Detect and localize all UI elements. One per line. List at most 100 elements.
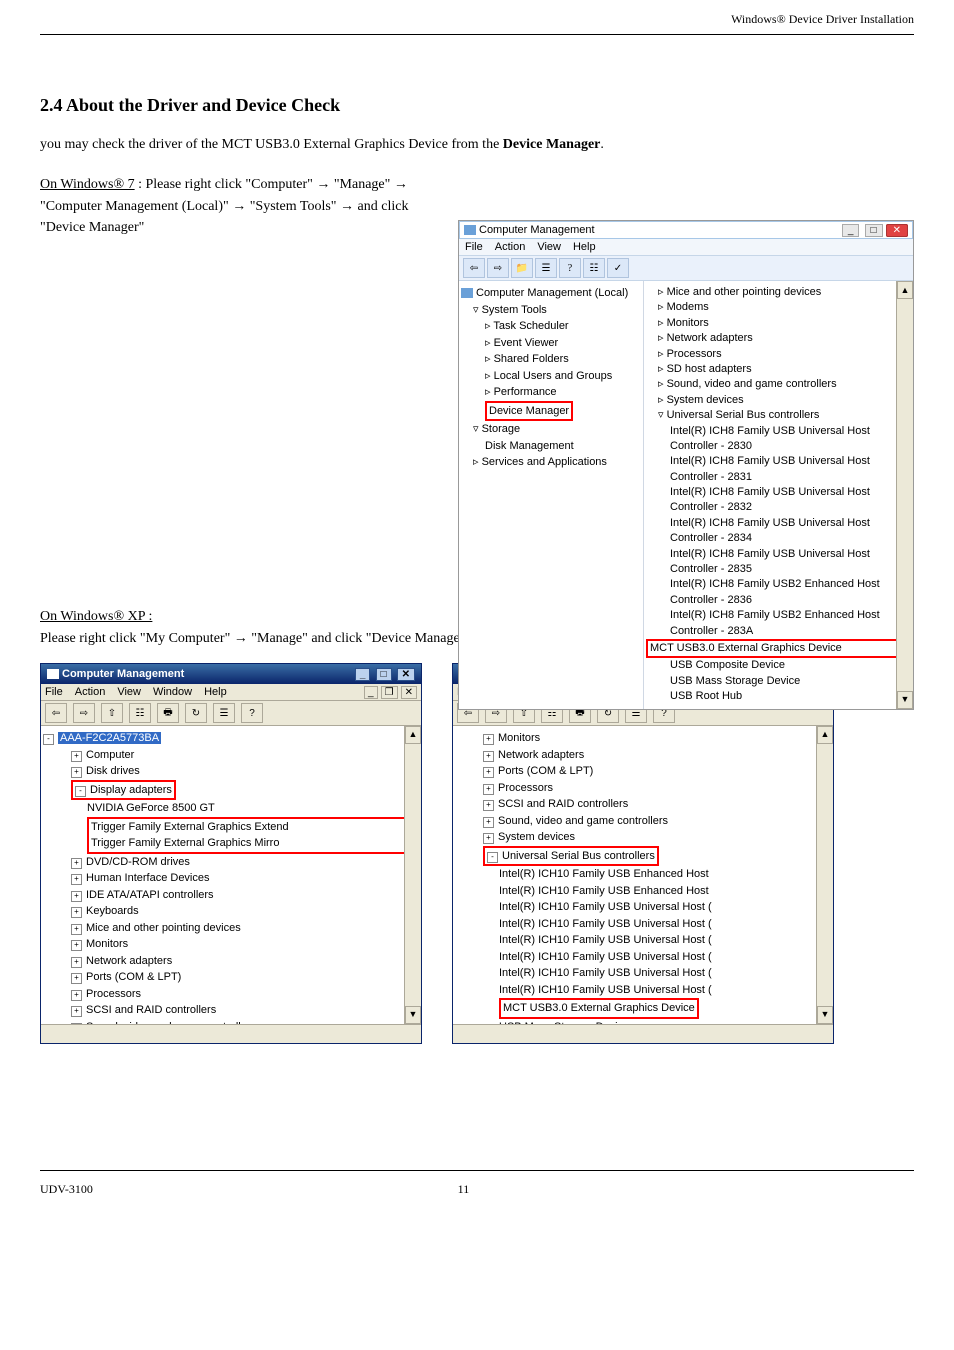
tree-item[interactable]: Human Interface Devices xyxy=(86,872,210,884)
tree-item[interactable]: ▹ System devices xyxy=(646,393,911,408)
up-icon[interactable]: ⇧ xyxy=(101,703,123,723)
tree-item[interactable]: Sound, video and game controllers xyxy=(86,1021,256,1025)
menu-help[interactable]: Help xyxy=(204,686,227,698)
expand-icon[interactable]: + xyxy=(71,767,82,778)
tree-item[interactable]: SCSI and RAID controllers xyxy=(86,1004,216,1016)
expand-icon[interactable]: + xyxy=(71,940,82,951)
tree-item[interactable]: USB Mass Storage Device xyxy=(455,1019,831,1025)
expand-icon[interactable]: + xyxy=(71,973,82,984)
tree-root[interactable]: AAA-F2C2A5773BA xyxy=(58,732,161,744)
tree-item[interactable]: Intel(R) ICH10 Family USB Universal Host… xyxy=(455,965,831,982)
tree-item[interactable]: Network adapters xyxy=(498,749,584,761)
tree-device-manager[interactable]: Device Manager xyxy=(461,401,641,422)
tree-item[interactable]: USB Composite Device xyxy=(646,658,911,673)
tree-item[interactable]: ▹ Shared Folders xyxy=(461,351,641,368)
properties-icon[interactable]: ☰ xyxy=(535,258,557,278)
tree-item[interactable]: ▹ Sound, video and game controllers xyxy=(646,377,911,392)
tree-item[interactable]: USB Root Hub xyxy=(646,689,911,704)
close-button[interactable]: ✕ xyxy=(397,668,415,681)
tree-item[interactable]: Intel(R) ICH10 Family USB Universal Host… xyxy=(455,899,831,916)
tree-item[interactable]: Network adapters xyxy=(86,955,172,967)
tree-system-tools[interactable]: ▿ System Tools xyxy=(461,302,641,319)
print-icon[interactable]: 🖶 xyxy=(157,703,179,723)
minimize-button[interactable]: _ xyxy=(842,224,860,237)
expand-icon[interactable]: + xyxy=(483,734,494,745)
tree-highlighted-device[interactable]: MCT USB3.0 External Graphics Device xyxy=(499,998,699,1019)
win7-left-tree[interactable]: Computer Management (Local) ▿ System Too… xyxy=(459,281,644,709)
collapse-icon[interactable]: - xyxy=(75,786,86,797)
tree-item[interactable]: Monitors xyxy=(86,938,128,950)
scan-icon[interactable]: ✓ xyxy=(607,258,629,278)
tree-item[interactable]: Intel(R) ICH8 Family USB2 Enhanced Host … xyxy=(646,608,911,639)
tree-item[interactable]: Intel(R) ICH10 Family USB Universal Host… xyxy=(455,949,831,966)
scrollbar[interactable]: ▲▼ xyxy=(404,726,421,1024)
tree-display-adapters[interactable]: Display adapters xyxy=(90,784,172,796)
tree-item[interactable]: Mice and other pointing devices xyxy=(86,922,241,934)
tree-item[interactable]: Disk Management xyxy=(461,438,641,455)
tree-highlighted-device[interactable]: MCT USB3.0 External Graphics Device xyxy=(646,639,911,658)
tree-item[interactable]: ▹ Event Viewer xyxy=(461,335,641,352)
mdi-minimize-button[interactable]: _ xyxy=(364,686,378,699)
tree-item[interactable]: DVD/CD-ROM drives xyxy=(86,856,190,868)
tree-storage[interactable]: ▿ Storage xyxy=(461,421,641,438)
tree-item[interactable]: Intel(R) ICH8 Family USB Universal Host … xyxy=(646,424,911,455)
xp-tree-left[interactable]: -AAA-F2C2A5773BA +Computer +Disk drives … xyxy=(41,726,421,1024)
win7-right-tree[interactable]: ▹ Mice and other pointing devices ▹ Mode… xyxy=(644,281,913,709)
tree-item[interactable]: ▹ Modems xyxy=(646,300,911,315)
tree-item[interactable]: Computer xyxy=(86,749,134,761)
scrollbar[interactable]: ▲▼ xyxy=(896,281,913,709)
expand-icon[interactable]: + xyxy=(483,833,494,844)
tree-item[interactable]: ▹ Network adapters xyxy=(646,331,911,346)
scroll-up-icon[interactable]: ▲ xyxy=(405,726,421,744)
collapse-icon[interactable]: - xyxy=(43,734,54,745)
tree-item[interactable]: Intel(R) ICH10 Family USB Universal Host… xyxy=(455,982,831,999)
minimize-button[interactable]: _ xyxy=(355,668,371,681)
expand-icon[interactable]: + xyxy=(483,784,494,795)
scroll-up-icon[interactable]: ▲ xyxy=(897,281,913,299)
tree-root[interactable]: Computer Management (Local) xyxy=(461,285,641,302)
tree-item[interactable]: Intel(R) ICH8 Family USB Universal Host … xyxy=(646,454,911,485)
scroll-down-icon[interactable]: ▼ xyxy=(897,691,913,709)
tree-usb[interactable]: ▿ Universal Serial Bus controllers xyxy=(646,408,911,423)
tree-item[interactable]: Ports (COM & LPT) xyxy=(498,765,593,777)
maximize-button[interactable]: □ xyxy=(376,668,392,681)
expand-icon[interactable]: + xyxy=(71,751,82,762)
menu-help[interactable]: Help xyxy=(573,241,596,253)
expand-icon[interactable]: + xyxy=(71,990,82,1001)
tree-item[interactable]: ▹ Processors xyxy=(646,347,911,362)
expand-icon[interactable]: + xyxy=(483,767,494,778)
expand-icon[interactable]: + xyxy=(71,924,82,935)
tree-item[interactable]: Disk drives xyxy=(86,765,140,777)
tree-item[interactable]: ▹ SD host adapters xyxy=(646,362,911,377)
tree-item[interactable]: USB Mass Storage Device xyxy=(646,674,911,689)
scrollbar[interactable]: ▲▼ xyxy=(816,726,833,1024)
tree-item[interactable]: ▹ Mice and other pointing devices xyxy=(646,285,911,300)
tree-item[interactable]: Ports (COM & LPT) xyxy=(86,971,181,983)
refresh-icon[interactable]: ☷ xyxy=(583,258,605,278)
tree-item[interactable]: ▹ Local Users and Groups xyxy=(461,368,641,385)
menu-action[interactable]: Action xyxy=(495,241,526,253)
expand-icon[interactable]: + xyxy=(483,800,494,811)
tree-item[interactable]: Intel(R) ICH10 Family USB Universal Host… xyxy=(455,932,831,949)
mdi-close-button[interactable]: ✕ xyxy=(401,686,417,699)
scroll-up-icon[interactable]: ▲ xyxy=(817,726,833,744)
list-icon[interactable]: ☰ xyxy=(213,703,235,723)
forward-icon[interactable]: ⇨ xyxy=(487,258,509,278)
refresh-icon[interactable]: ↻ xyxy=(185,703,207,723)
tree-item[interactable]: Sound, video and game controllers xyxy=(498,815,668,827)
xp-tree-right[interactable]: +Monitors +Network adapters +Ports (COM … xyxy=(453,726,833,1024)
collapse-icon[interactable]: - xyxy=(487,852,498,863)
maximize-button[interactable]: □ xyxy=(865,224,883,237)
tree-item[interactable]: Intel(R) ICH10 Family USB Enhanced Host xyxy=(455,866,831,883)
expand-icon[interactable]: + xyxy=(71,957,82,968)
tree-highlighted-device[interactable]: Trigger Family External Graphics Extend xyxy=(91,819,415,836)
tree-item[interactable]: ▹ Monitors xyxy=(646,316,911,331)
back-icon[interactable]: ⇦ xyxy=(463,258,485,278)
tree-usb[interactable]: Universal Serial Bus controllers xyxy=(502,850,655,862)
menu-view[interactable]: View xyxy=(117,686,141,698)
expand-icon[interactable]: + xyxy=(71,874,82,885)
tree-item[interactable]: ▹ Task Scheduler xyxy=(461,318,641,335)
expand-icon[interactable]: + xyxy=(71,891,82,902)
menu-file[interactable]: File xyxy=(465,241,483,253)
tree-item[interactable]: SCSI and RAID controllers xyxy=(498,798,628,810)
